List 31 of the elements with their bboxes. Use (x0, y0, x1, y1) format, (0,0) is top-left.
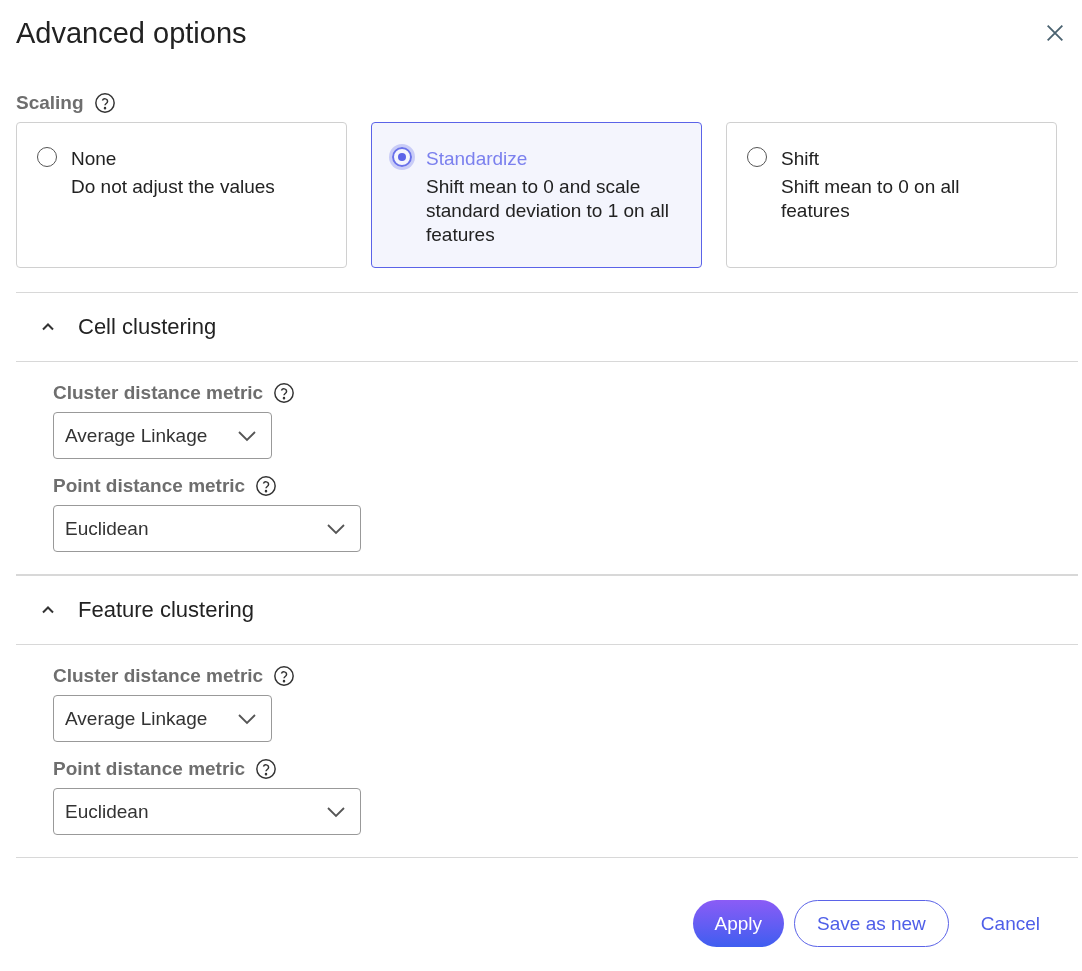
option-title: Shift (781, 147, 821, 171)
help-icon[interactable] (93, 92, 116, 114)
radio-button[interactable] (392, 147, 412, 167)
field-label: Cluster distance metric (53, 382, 264, 404)
dropdown[interactable]: Euclidean (53, 788, 361, 835)
field-label: Point distance metric (53, 475, 246, 497)
field-label: Cluster distance metric (53, 665, 264, 687)
option-description: Do not adjust the values (71, 175, 276, 199)
close-button[interactable] (1044, 22, 1066, 44)
field-label: Point distance metric (53, 758, 246, 780)
dropdown[interactable]: Average Linkage (53, 695, 272, 742)
option-card[interactable]: Standardize Shift mean to 0 and scale standard deviation to 1 on all features (371, 122, 702, 268)
help-icon[interactable] (255, 758, 278, 780)
dropdown[interactable]: Average Linkage (53, 412, 272, 459)
section-header[interactable]: Feature clustering (16, 576, 1078, 645)
help-icon[interactable] (273, 382, 296, 404)
save-button[interactable]: Save as new (794, 900, 949, 947)
dropdown[interactable]: Euclidean (53, 505, 361, 552)
option-description: Shift mean to 0 and scale standard deviation to 1 on all features (426, 175, 670, 247)
option-card[interactable]: Shift Shift mean to 0 on all features (726, 122, 1057, 268)
option-card[interactable]: None Do not adjust the values (16, 122, 347, 268)
help-icon[interactable] (255, 475, 278, 497)
option-title: None (71, 147, 118, 171)
apply-button[interactable]: Apply (692, 900, 785, 947)
option-title: Standardize (426, 147, 529, 171)
cancel-button[interactable]: Cancel (958, 900, 1062, 947)
section-header[interactable]: Cell clustering (16, 293, 1078, 362)
dialog-title: Advanced options (16, 16, 247, 50)
option-description: Shift mean to 0 on all features (781, 175, 961, 223)
help-icon[interactable] (273, 665, 296, 687)
field-label: Scaling (16, 92, 84, 114)
